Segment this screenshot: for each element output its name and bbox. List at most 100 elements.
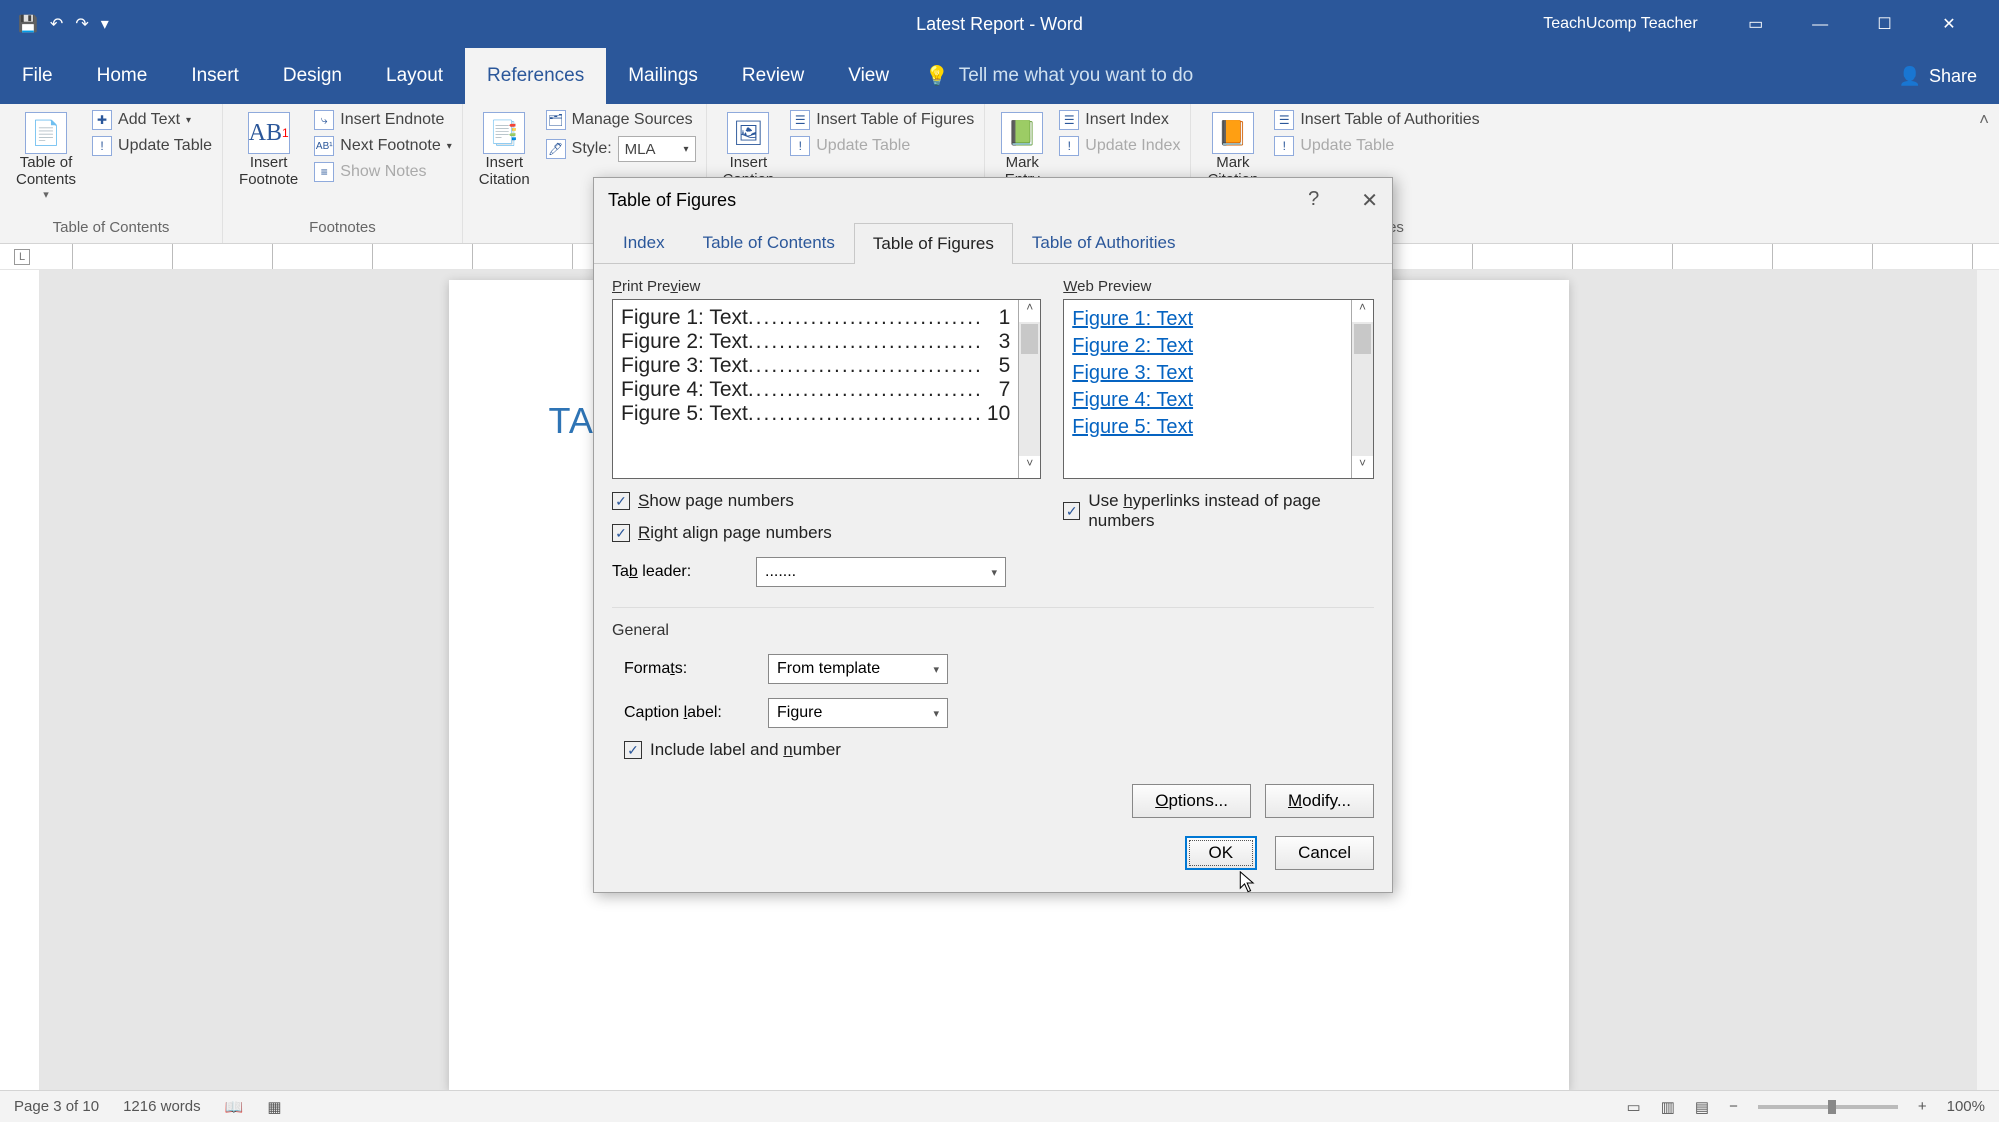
chevron-down-icon: ▾ xyxy=(933,707,939,720)
ok-button[interactable]: OK xyxy=(1185,836,1258,870)
zoom-out-icon[interactable]: − xyxy=(1729,1098,1738,1115)
undo-icon[interactable]: ↶ xyxy=(50,14,63,34)
checkbox-icon: ✓ xyxy=(1063,502,1080,520)
update-toa-button[interactable]: !Update Table xyxy=(1274,136,1479,156)
tab-mailings[interactable]: Mailings xyxy=(606,48,720,104)
modify-button[interactable]: Modify... xyxy=(1265,784,1374,818)
tab-references[interactable]: References xyxy=(465,48,606,104)
tab-insert[interactable]: Insert xyxy=(169,48,261,104)
web-preview-link[interactable]: Figure 1: Text xyxy=(1072,306,1343,333)
macro-icon[interactable]: ▦ xyxy=(267,1098,281,1116)
dialog-tabs: Index Table of Contents Table of Figures… xyxy=(594,222,1392,264)
collapse-ribbon-icon[interactable]: ˄ xyxy=(1979,110,1989,130)
options-button[interactable]: Options... xyxy=(1132,784,1251,818)
show-notes-button[interactable]: ≡Show Notes xyxy=(314,162,452,182)
insert-endnote-button[interactable]: ⤷Insert Endnote xyxy=(314,110,452,130)
cancel-button[interactable]: Cancel xyxy=(1275,836,1374,870)
redo-icon[interactable]: ↷ xyxy=(75,14,88,34)
scroll-up-icon[interactable]: ˄ xyxy=(1019,300,1040,322)
minimize-icon[interactable]: — xyxy=(1790,16,1850,34)
web-preview-link[interactable]: Figure 3: Text xyxy=(1072,360,1343,387)
window-controls: ▭ — ☐ ✕ xyxy=(1726,14,1979,34)
style-dropdown[interactable]: 🖊Style: MLA▾ xyxy=(546,136,696,162)
show-page-numbers-checkbox[interactable]: ✓Show page numbers xyxy=(612,491,1041,511)
scroll-up-icon[interactable]: ˄ xyxy=(1352,300,1373,322)
use-hyperlinks-checkbox[interactable]: ✓Use hyperlinks instead of page numbers xyxy=(1063,491,1374,531)
zoom-in-icon[interactable]: + xyxy=(1918,1098,1927,1115)
close-icon[interactable]: ✕ xyxy=(1361,188,1378,213)
update-icon: ! xyxy=(1059,136,1079,156)
word-count[interactable]: 1216 words xyxy=(123,1098,201,1115)
tab-selector[interactable]: L xyxy=(14,249,30,265)
footnote-icon: AB1 xyxy=(248,112,290,154)
tab-home[interactable]: Home xyxy=(75,48,170,104)
mark-entry-icon: 📗 xyxy=(1001,112,1043,154)
include-label-checkbox[interactable]: ✓Include label and number xyxy=(624,740,1374,760)
add-text-button[interactable]: ✚Add Text ▾ xyxy=(92,110,212,130)
tab-view[interactable]: View xyxy=(826,48,911,104)
status-bar: Page 3 of 10 1216 words 📖 ▦ ▭ ▥ ▤ − + 10… xyxy=(0,1090,1999,1122)
group-footnotes: AB1 Insert Footnote ⤷Insert Endnote AB¹N… xyxy=(223,104,463,243)
tab-layout[interactable]: Layout xyxy=(364,48,465,104)
scroll-down-icon[interactable]: ˅ xyxy=(1019,456,1040,478)
tab-design[interactable]: Design xyxy=(261,48,364,104)
dialog-tab-index[interactable]: Index xyxy=(604,222,684,263)
checkbox-icon: ✓ xyxy=(612,524,630,542)
ribbon-display-icon[interactable]: ▭ xyxy=(1726,14,1786,34)
mark-citation-icon: 📙 xyxy=(1212,112,1254,154)
account-name[interactable]: TeachUcomp Teacher xyxy=(1543,15,1697,33)
print-layout-icon[interactable]: ▥ xyxy=(1661,1098,1675,1116)
general-section-label: General xyxy=(612,622,1374,640)
web-preview-link[interactable]: Figure 5: Text xyxy=(1072,414,1343,441)
update-tof-button[interactable]: !Update Table xyxy=(790,136,974,156)
tab-leader-dropdown[interactable]: .......▾ xyxy=(756,557,1006,587)
scroll-down-icon[interactable]: ˅ xyxy=(1352,456,1373,478)
zoom-slider[interactable] xyxy=(1758,1105,1898,1109)
dialog-titlebar[interactable]: Table of Figures ? ✕ xyxy=(594,178,1392,222)
print-preview-box: Figure 1: Text..........................… xyxy=(612,299,1041,479)
scrollbar[interactable]: ˄ ˅ xyxy=(1018,300,1040,478)
chevron-down-icon: ▾ xyxy=(933,663,939,676)
window-title: Latest Report - Word xyxy=(916,14,1083,35)
vertical-ruler[interactable] xyxy=(0,270,40,1090)
spellcheck-icon[interactable]: 📖 xyxy=(225,1098,244,1116)
table-of-contents-button[interactable]: 📄 Table of Contents ▾ xyxy=(10,110,82,203)
dialog-tab-toa[interactable]: Table of Authorities xyxy=(1013,222,1195,263)
insert-table-of-figures-button[interactable]: ☰Insert Table of Figures xyxy=(790,110,974,130)
save-icon[interactable]: 💾 xyxy=(18,14,38,34)
print-preview-label: Print Preview xyxy=(612,278,1041,295)
tell-me-search[interactable]: 💡 Tell me what you want to do xyxy=(925,64,1193,88)
web-preview-box: Figure 1: TextFigure 2: TextFigure 3: Te… xyxy=(1063,299,1374,479)
qat-customize-icon[interactable]: ▾ xyxy=(101,14,109,34)
page-indicator[interactable]: Page 3 of 10 xyxy=(14,1098,99,1115)
insert-toa-button[interactable]: ☰Insert Table of Authorities xyxy=(1274,110,1479,130)
help-icon[interactable]: ? xyxy=(1308,188,1319,213)
vertical-scrollbar[interactable] xyxy=(1977,270,1999,1090)
close-icon[interactable]: ✕ xyxy=(1919,14,1979,34)
web-preview-link[interactable]: Figure 2: Text xyxy=(1072,333,1343,360)
update-index-button[interactable]: !Update Index xyxy=(1059,136,1180,156)
manage-sources-button[interactable]: 🗂Manage Sources xyxy=(546,110,696,130)
share-button[interactable]: 👤 Share xyxy=(1877,58,1999,95)
read-mode-icon[interactable]: ▭ xyxy=(1627,1098,1641,1116)
right-align-checkbox[interactable]: ✓Right align page numbers xyxy=(612,523,1041,543)
insert-citation-button[interactable]: 📑 Insert Citation xyxy=(473,110,536,190)
chevron-down-icon: ▾ xyxy=(684,144,689,155)
tab-file[interactable]: File xyxy=(0,48,75,104)
update-table-button[interactable]: !Update Table xyxy=(92,136,212,156)
tab-review[interactable]: Review xyxy=(720,48,826,104)
dialog-tab-toc[interactable]: Table of Contents xyxy=(684,222,854,263)
formats-dropdown[interactable]: From template▾ xyxy=(768,654,948,684)
show-notes-icon: ≡ xyxy=(314,162,334,182)
dialog-tab-tof[interactable]: Table of Figures xyxy=(854,223,1013,264)
web-preview-link[interactable]: Figure 4: Text xyxy=(1072,387,1343,414)
caption-label-dropdown[interactable]: Figure▾ xyxy=(768,698,948,728)
scrollbar[interactable]: ˄ ˅ xyxy=(1351,300,1373,478)
maximize-icon[interactable]: ☐ xyxy=(1855,14,1915,34)
zoom-level[interactable]: 100% xyxy=(1947,1098,1985,1115)
checkbox-icon: ✓ xyxy=(612,492,630,510)
insert-footnote-button[interactable]: AB1 Insert Footnote xyxy=(233,110,304,190)
next-footnote-button[interactable]: AB¹Next Footnote ▾ xyxy=(314,136,452,156)
web-layout-icon[interactable]: ▤ xyxy=(1695,1098,1709,1116)
insert-index-button[interactable]: ☰Insert Index xyxy=(1059,110,1180,130)
